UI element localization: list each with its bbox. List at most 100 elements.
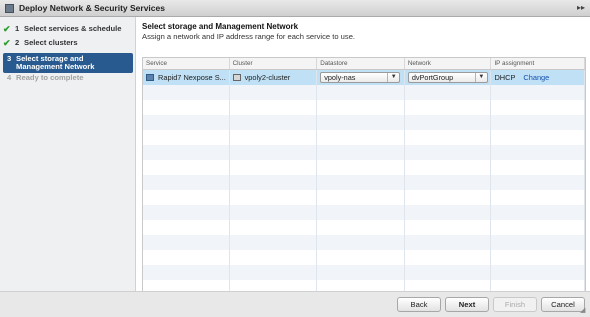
empty-cell [491, 265, 585, 280]
empty-cell [143, 205, 230, 220]
empty-cell [405, 250, 492, 265]
empty-table-row [143, 235, 585, 250]
empty-cell [317, 130, 405, 145]
empty-cell [405, 205, 492, 220]
empty-cell [491, 85, 585, 100]
datastore-select[interactable]: vpoly-nas ▼ [320, 72, 401, 83]
empty-table-row [143, 175, 585, 190]
step-ready-to-complete: 4 Ready to complete [7, 73, 84, 82]
empty-cell [491, 175, 585, 190]
empty-table-row [143, 205, 585, 220]
empty-cell [143, 235, 230, 250]
empty-cell [230, 100, 318, 115]
datastore-cell: vpoly-nas ▼ [317, 70, 405, 85]
empty-table-row [143, 130, 585, 145]
empty-table-row [143, 85, 585, 100]
empty-cell [143, 265, 230, 280]
wizard-footer: Back Next Finish Cancel ◢ [0, 291, 590, 317]
empty-cell [405, 145, 492, 160]
ip-assignment-cell: DHCP Change [491, 70, 585, 85]
next-button[interactable]: Next [445, 297, 489, 312]
empty-cell [143, 115, 230, 130]
empty-cell [230, 235, 318, 250]
table-row[interactable]: Rapid7 Nexpose S... vpoly2-cluster vpoly… [143, 70, 585, 85]
empty-cell [230, 220, 318, 235]
empty-cell [491, 145, 585, 160]
empty-cell [143, 220, 230, 235]
empty-cell [317, 250, 405, 265]
empty-cell [405, 265, 492, 280]
column-header-service[interactable]: Service [143, 58, 230, 69]
cluster-name: vpoly2-cluster [244, 73, 291, 82]
vm-icon [146, 74, 154, 81]
column-header-cluster[interactable]: Cluster [230, 58, 318, 69]
empty-cell [317, 190, 405, 205]
empty-cell [317, 235, 405, 250]
empty-table-row [143, 145, 585, 160]
empty-cell [491, 235, 585, 250]
page-title: Select storage and Management Network [142, 22, 299, 31]
empty-cell [405, 115, 492, 130]
expand-icon[interactable]: ▸▸ [577, 3, 585, 12]
empty-cell [491, 160, 585, 175]
network-value: dvPortGroup [411, 73, 454, 82]
empty-cell [491, 130, 585, 145]
check-icon: ✔ [3, 38, 11, 48]
chevron-down-icon[interactable]: ▼ [474, 73, 487, 82]
step-select-services[interactable]: ✔ 1 Select services & schedule [3, 24, 133, 34]
app-icon [5, 3, 14, 13]
check-icon: ✔ [3, 24, 11, 34]
finish-button: Finish [493, 297, 537, 312]
empty-cell [317, 220, 405, 235]
column-header-network[interactable]: Network [405, 58, 492, 69]
empty-cell [143, 175, 230, 190]
empty-cell [491, 250, 585, 265]
empty-cell [317, 85, 405, 100]
empty-cell [317, 175, 405, 190]
page-subtitle: Assign a network and IP address range fo… [142, 32, 356, 41]
change-ip-link[interactable]: Change [523, 73, 549, 82]
ip-assignment-value: DHCP [494, 73, 516, 82]
deploy-wizard-window: Deploy Network & Security Services ▸▸ ✔ … [0, 0, 590, 317]
empty-cell [230, 250, 318, 265]
empty-cell [317, 145, 405, 160]
table-header: Service Cluster Datastore Network IP ass… [143, 58, 585, 70]
service-name: Rapid7 Nexpose S... [158, 73, 226, 82]
empty-rows [143, 85, 585, 301]
wizard-steps-sidebar: ✔ 1 Select services & schedule ✔ 2 Selec… [0, 17, 136, 291]
title-bar: Deploy Network & Security Services ▸▸ [0, 0, 590, 17]
back-button[interactable]: Back [397, 297, 441, 312]
step-label: Ready to complete [16, 73, 84, 82]
empty-cell [491, 100, 585, 115]
network-select[interactable]: dvPortGroup ▼ [407, 72, 488, 83]
empty-cell [230, 115, 318, 130]
datastore-value: vpoly-nas [324, 73, 356, 82]
empty-cell [230, 175, 318, 190]
empty-cell [230, 145, 318, 160]
empty-cell [317, 205, 405, 220]
empty-cell [143, 250, 230, 265]
empty-cell [405, 130, 492, 145]
column-header-datastore[interactable]: Datastore [317, 58, 405, 69]
empty-table-row [143, 250, 585, 265]
empty-cell [317, 265, 405, 280]
empty-cell [405, 175, 492, 190]
empty-cell [230, 190, 318, 205]
column-header-ip-assignment[interactable]: IP assignment [491, 58, 585, 69]
step-select-storage[interactable]: 3 Select storage and Management Network [3, 53, 133, 73]
empty-cell [143, 130, 230, 145]
empty-cell [491, 205, 585, 220]
empty-cell [491, 115, 585, 130]
empty-cell [230, 85, 318, 100]
empty-table-row [143, 115, 585, 130]
empty-cell [143, 160, 230, 175]
main-content: Select storage and Management Network As… [136, 17, 590, 302]
step-label: Select clusters [24, 38, 78, 47]
empty-table-row [143, 160, 585, 175]
empty-cell [143, 145, 230, 160]
window-title: Deploy Network & Security Services [19, 3, 165, 13]
step-select-clusters[interactable]: ✔ 2 Select clusters [3, 38, 133, 48]
chevron-down-icon[interactable]: ▼ [387, 73, 399, 82]
resize-grip-icon[interactable]: ◢ [580, 307, 588, 315]
cancel-button[interactable]: Cancel [541, 297, 585, 312]
